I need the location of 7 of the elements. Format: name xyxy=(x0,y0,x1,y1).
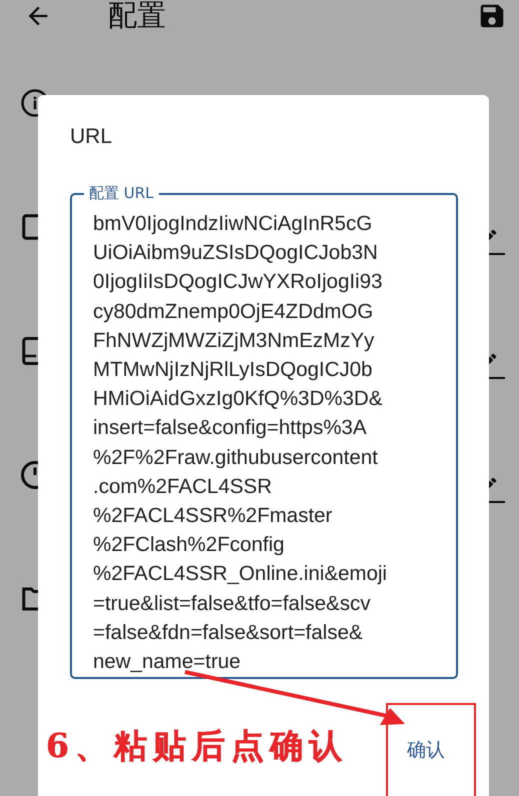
dialog-title: URL xyxy=(70,125,114,149)
page-title: 配置 xyxy=(108,0,167,34)
clock-icon xyxy=(20,460,38,490)
tablet-icon xyxy=(20,336,38,366)
field-label: 配置 URL xyxy=(84,184,159,202)
annotation-text: 6、粘贴后点确认 xyxy=(46,725,348,767)
confirm-button[interactable]: 确认 xyxy=(403,731,449,769)
